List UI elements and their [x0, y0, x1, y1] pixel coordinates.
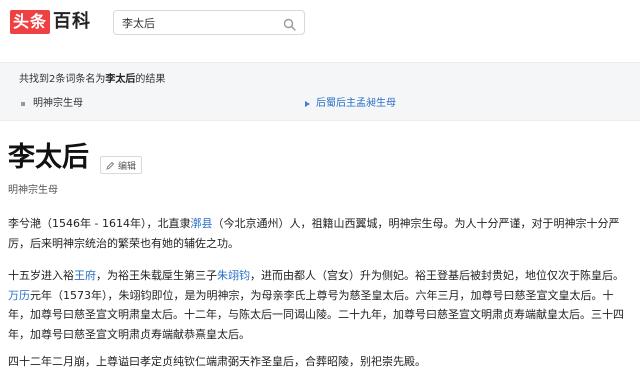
text: 元年（1573年），朱翊钧即位，是为明神宗，为母亲李氏上尊号为慈圣皇太后。六年三… [8, 288, 624, 341]
result-item-link[interactable]: 后蜀后主孟昶生母 [305, 97, 396, 111]
result-item-label: 明神宗生母 [33, 98, 83, 109]
link-wanli[interactable]: 万历 [8, 289, 30, 302]
paragraph-death: 四十二年二月崩，上尊谥曰孝定贞纯钦仁端肃弼天祚圣皇后，合葬昭陵，别祀崇先殿。 [8, 352, 632, 372]
link-zhu-yijun[interactable]: 朱翊钧 [217, 269, 250, 282]
text: ，进而由都人（宫女）升为侧妃。裕王登基后被封贵妃，地位仅次于陈皇后。 [250, 269, 624, 282]
pencil-icon [106, 161, 115, 170]
top-header: 头条 百科 [0, 0, 640, 48]
logo-part1: 头条 [10, 10, 51, 34]
paragraph-intro: 李兮滟（1546年 - 1614年），北直隶漷县（今北京通州）人，祖籍山西翼城，… [8, 214, 632, 253]
search-input[interactable] [122, 11, 272, 34]
link-wangfu[interactable]: 王府 [74, 269, 96, 282]
entry-title: 李太后 [8, 142, 89, 173]
bullet-icon [21, 102, 25, 106]
logo-part2: 百科 [53, 11, 92, 32]
search-results-panel: 共找到2条词条名为李太后的结果 明神宗生母 后蜀后主孟昶生母 [0, 62, 640, 121]
result-item-label: 后蜀后主孟昶生母 [316, 98, 396, 109]
edit-button[interactable]: 编辑 [100, 156, 142, 174]
text: 十五岁进入裕 [8, 269, 74, 282]
results-summary: 共找到2条词条名为李太后的结果 [19, 73, 165, 87]
text: 李兮滟（1546年 - 1614年），北直隶 [8, 217, 191, 230]
paragraph-biography: 十五岁进入裕王府，为裕王朱载垕生第三子朱翊钧，进而由都人（宫女）升为侧妃。裕王登… [8, 266, 632, 344]
result-item-current[interactable]: 明神宗生母 [21, 97, 83, 111]
entry-subtitle: 明神宗生母 [8, 185, 58, 196]
text: ，为裕王朱载垕生第三子 [96, 269, 217, 282]
summary-term: 李太后 [105, 74, 136, 85]
search-box[interactable] [113, 10, 305, 35]
site-logo[interactable]: 头条 百科 [10, 10, 91, 34]
link-tongzhou[interactable]: 漷县 [190, 217, 212, 230]
text: 四十二年二月崩，上尊谥曰孝定贞纯钦仁端肃弼天祚圣皇后，合葬昭陵，别祀崇先殿。 [8, 355, 426, 368]
summary-prefix: 共找到2条词条名为 [19, 74, 106, 85]
edit-label: 编辑 [117, 161, 136, 172]
search-icon[interactable] [283, 16, 296, 31]
summary-suffix: 的结果 [135, 74, 166, 85]
triangle-right-icon [305, 101, 310, 107]
